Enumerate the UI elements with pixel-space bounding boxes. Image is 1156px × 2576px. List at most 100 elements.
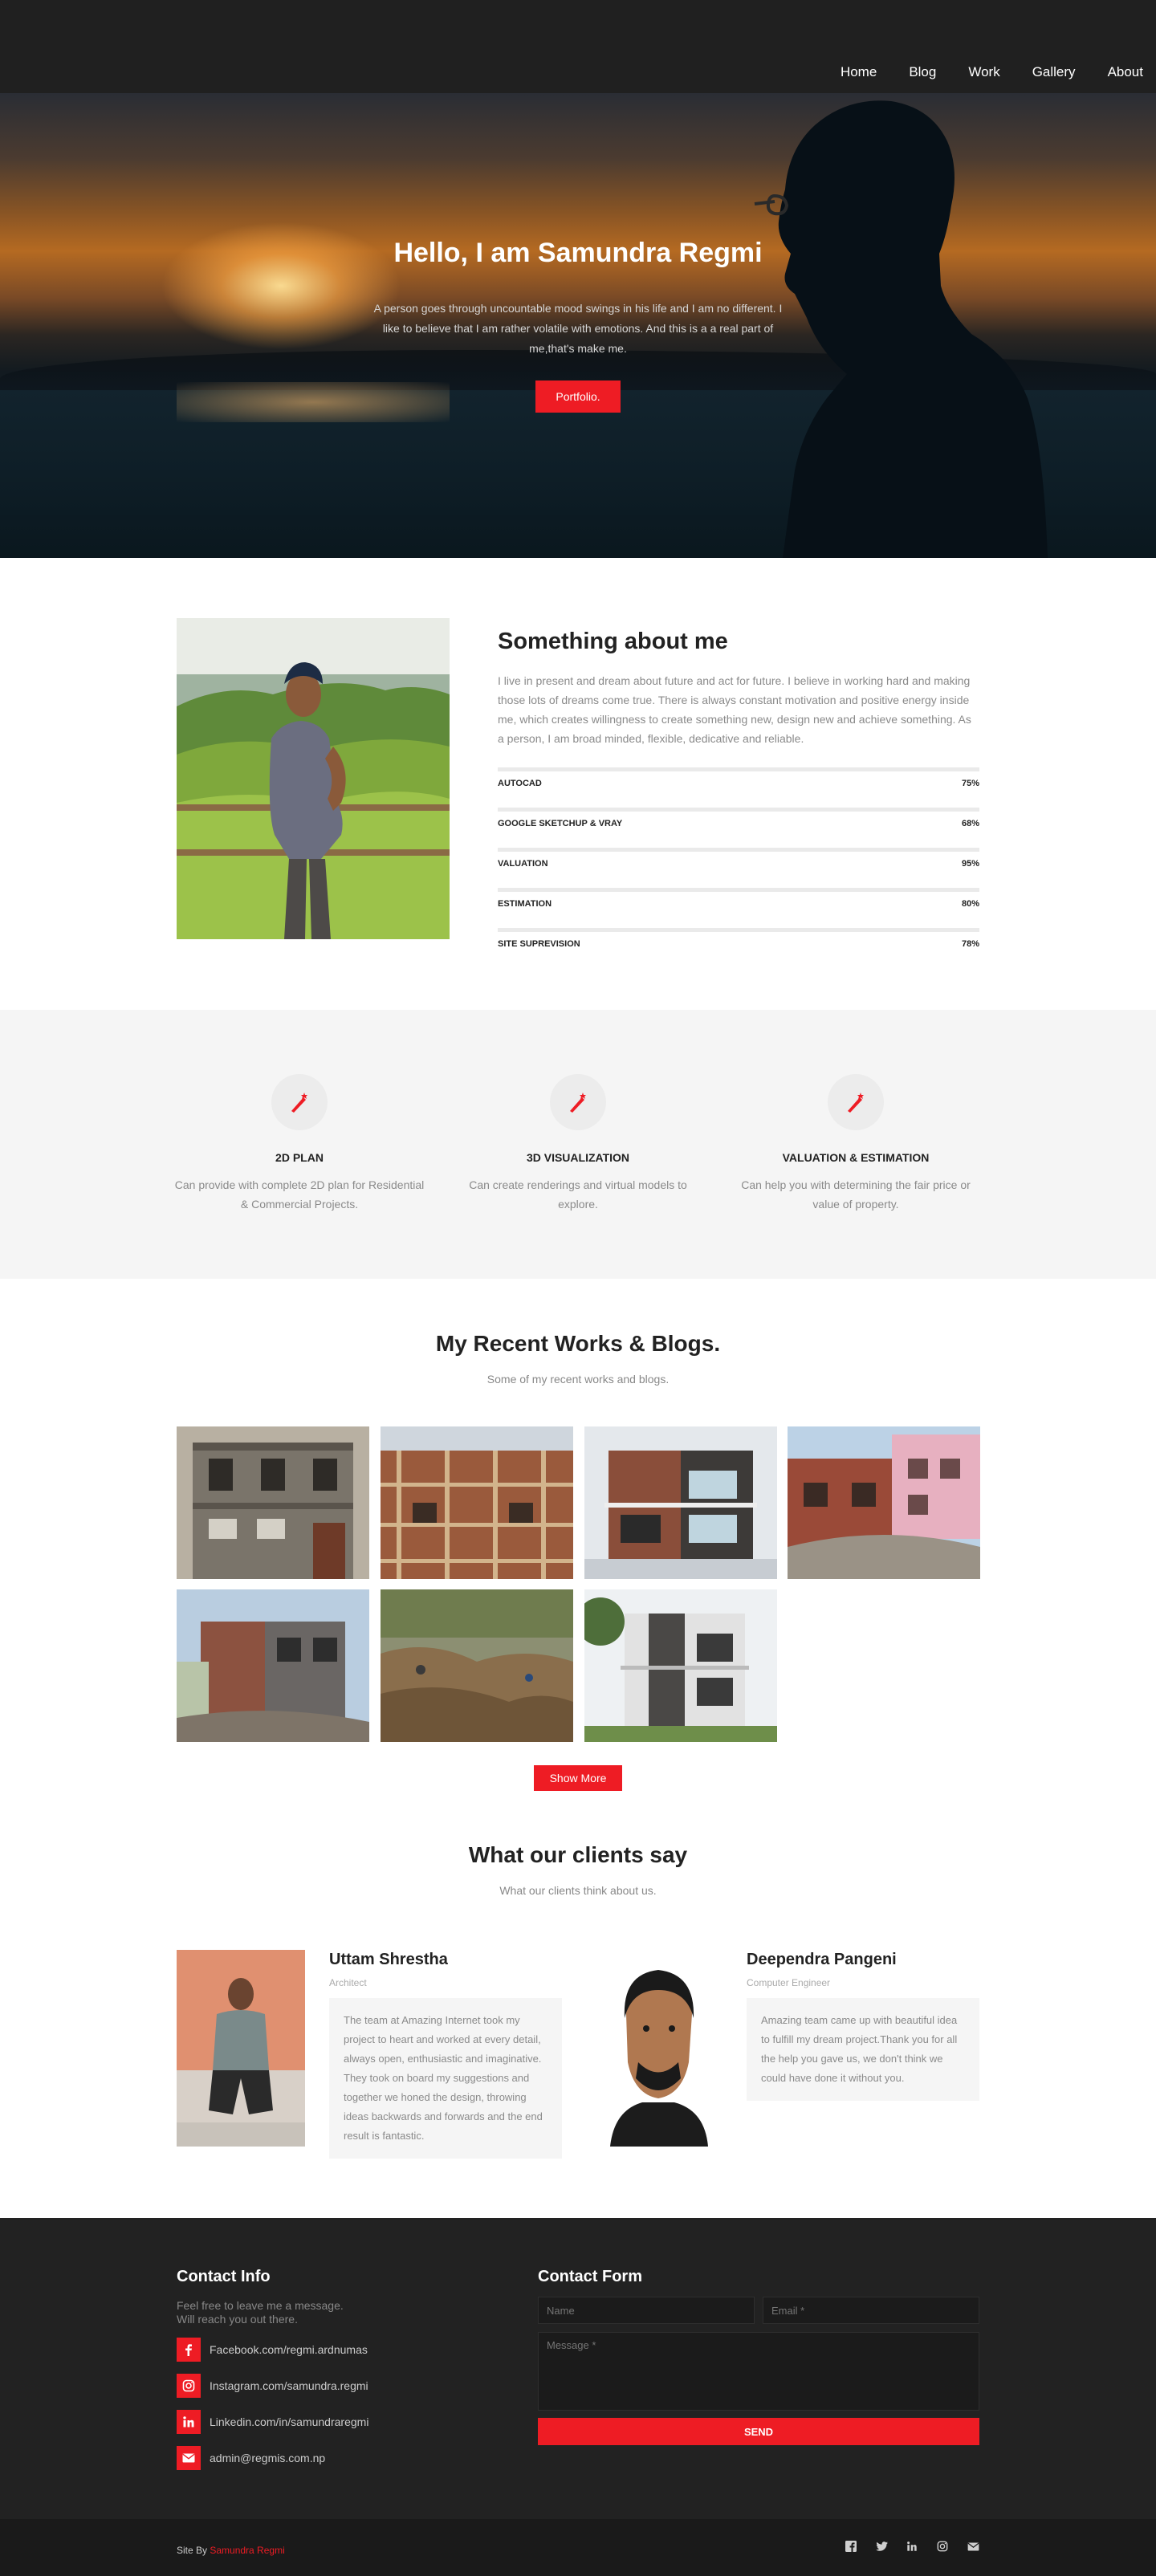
skill-percent: 95%: [961, 859, 979, 869]
send-button[interactable]: SEND: [538, 2418, 979, 2445]
skill-sketchup: GOOGLE SKETCHUP & VRAY 68%: [498, 808, 979, 832]
skill-percent: 75%: [961, 779, 979, 788]
skill-percent: 78%: [961, 939, 979, 949]
skill-autocad: AUTOCAD 75%: [498, 767, 979, 792]
show-more-button[interactable]: Show More: [534, 1765, 622, 1791]
skill-bar: [498, 767, 979, 771]
client-name: Deependra Pangeni: [747, 1951, 897, 1968]
linkedin-icon[interactable]: [906, 2540, 918, 2553]
work-thumbnail[interactable]: [584, 1589, 777, 1742]
contact-info-subtitle-line: Will reach you out there.: [177, 2313, 298, 2326]
contact-text: Instagram.com/samundra.regmi: [210, 2379, 368, 2392]
contact-info-subtitle: Feel free to leave me a message. Will re…: [177, 2299, 344, 2326]
service-valuation-estimation: VALUATION & ESTIMATION Can help you with…: [727, 1074, 984, 1214]
works-subtitle: Some of my recent works and blogs.: [486, 1373, 670, 1386]
contact-instagram[interactable]: Instagram.com/samundra.regmi: [177, 2373, 368, 2399]
nav-home[interactable]: Home: [841, 64, 877, 80]
service-text: Can provide with complete 2D plan for Re…: [174, 1178, 425, 1211]
client-quote: The team at Amazing Internet took my pro…: [329, 1998, 562, 2159]
client-name: Uttam Shrestha: [329, 1951, 448, 1968]
contact-form-title: Contact Form: [538, 2268, 642, 2285]
nav-work[interactable]: Work: [968, 64, 999, 80]
service-title: 2D PLAN: [275, 1151, 324, 1164]
social-links: [827, 2540, 979, 2553]
instagram-icon[interactable]: [936, 2540, 949, 2553]
service-2d-plan: 2D PLAN Can provide with complete 2D pla…: [171, 1074, 428, 1214]
work-thumbnail[interactable]: [584, 1426, 777, 1579]
service-text: Can help you with determining the fair p…: [741, 1178, 971, 1211]
footer: Contact Info Feel free to leave me a mes…: [0, 2218, 1156, 2519]
client-quote: Amazing team came up with beautiful idea…: [747, 1998, 979, 2101]
site-credit: Site By Samundra Regmi: [177, 2545, 285, 2556]
magic-wand-icon: [828, 1074, 884, 1130]
name-input[interactable]: [538, 2297, 755, 2324]
skill-label: SITE SUPREVISION: [498, 939, 580, 949]
clients-title: What our clients say: [468, 1842, 688, 1867]
skill-bar: [498, 888, 979, 892]
contact-info-subtitle-line: Feel free to leave me a message.: [177, 2299, 344, 2312]
works-title: My Recent Works & Blogs.: [435, 1331, 721, 1356]
contact-text: Facebook.com/regmi.ardnumas: [210, 2343, 368, 2356]
client-photo-uttam: [177, 1950, 305, 2147]
main-nav: Home Blog Work Gallery About: [808, 64, 1143, 80]
mail-icon: [177, 2446, 201, 2470]
skill-bar: [498, 808, 979, 812]
nav-gallery[interactable]: Gallery: [1032, 64, 1076, 80]
client-role: Computer Engineer: [747, 1977, 831, 1988]
skill-percent: 68%: [961, 819, 979, 828]
credit-author-link[interactable]: Samundra Regmi: [210, 2545, 284, 2556]
work-thumbnail[interactable]: [177, 1589, 369, 1742]
clients-subtitle: What our clients think about us.: [499, 1884, 657, 1897]
skill-bar: [498, 928, 979, 932]
contact-info-title: Contact Info: [177, 2268, 271, 2285]
magic-wand-icon: [550, 1074, 606, 1130]
contact-text: admin@regmis.com.np: [210, 2452, 326, 2464]
top-navbar: Home Blog Work Gallery About: [0, 0, 1156, 93]
services-section: 2D PLAN Can provide with complete 2D pla…: [0, 1010, 1156, 1279]
work-thumbnail[interactable]: [381, 1589, 573, 1742]
service-3d-visualization: 3D VISUALIZATION Can create renderings a…: [450, 1074, 706, 1214]
mail-icon[interactable]: [967, 2540, 979, 2553]
magic-wand-icon: [271, 1074, 328, 1130]
skill-label: GOOGLE SKETCHUP & VRAY: [498, 819, 623, 828]
skill-percent: 80%: [961, 899, 979, 909]
twitter-icon[interactable]: [875, 2540, 888, 2553]
linkedin-icon: [177, 2410, 201, 2434]
facebook-icon: [177, 2338, 201, 2362]
work-thumbnail[interactable]: [381, 1426, 573, 1579]
about-text: I live in present and dream about future…: [498, 674, 971, 745]
service-title: 3D VISUALIZATION: [526, 1151, 630, 1164]
hero-section: Hello, I am Samundra Regmi A person goes…: [0, 93, 1156, 558]
portfolio-button[interactable]: Portfolio.: [535, 380, 621, 413]
credit-prefix: Site By: [177, 2545, 208, 2556]
client-photo-deependra: [594, 1950, 722, 2147]
hero-title: Hello, I am Samundra Regmi: [393, 238, 763, 268]
hero-water-reflection: [177, 382, 450, 422]
email-input[interactable]: [763, 2297, 979, 2324]
skill-bar: [498, 848, 979, 852]
contact-email[interactable]: admin@regmis.com.np: [177, 2445, 325, 2471]
skill-label: VALUATION: [498, 859, 548, 869]
contact-facebook[interactable]: Facebook.com/regmi.ardnumas: [177, 2337, 368, 2362]
skill-valuation: VALUATION 95%: [498, 848, 979, 872]
skill-label: AUTOCAD: [498, 779, 542, 788]
service-text: Can create renderings and virtual models…: [469, 1178, 687, 1211]
skill-label: ESTIMATION: [498, 899, 552, 909]
client-role: Architect: [329, 1977, 367, 1988]
skill-site-supervision: SITE SUPREVISION 78%: [498, 928, 979, 952]
hero-text: A person goes through uncountable mood s…: [373, 302, 783, 355]
facebook-icon[interactable]: [845, 2540, 857, 2553]
nav-blog[interactable]: Blog: [909, 64, 936, 80]
about-title: Something about me: [498, 629, 728, 654]
skill-estimation: ESTIMATION 80%: [498, 888, 979, 912]
bottom-bar: Site By Samundra Regmi: [0, 2519, 1156, 2576]
instagram-icon: [177, 2374, 201, 2398]
about-photo: [177, 618, 450, 939]
work-thumbnail[interactable]: [788, 1426, 980, 1579]
nav-about[interactable]: About: [1108, 64, 1143, 80]
contact-linkedin[interactable]: Linkedin.com/in/samundraregmi: [177, 2409, 368, 2435]
work-thumbnail[interactable]: [177, 1426, 369, 1579]
contact-text: Linkedin.com/in/samundraregmi: [210, 2415, 369, 2428]
message-textarea[interactable]: [538, 2332, 979, 2411]
service-title: VALUATION & ESTIMATION: [782, 1151, 930, 1164]
